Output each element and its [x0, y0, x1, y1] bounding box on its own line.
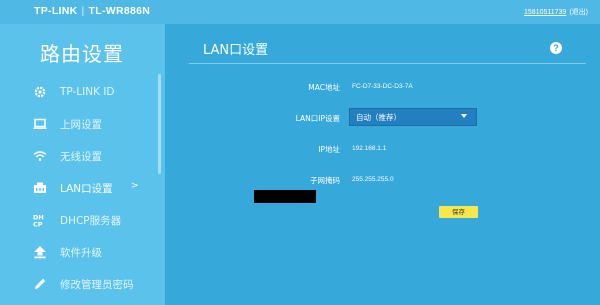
subnet-mask-label: 子网掩码: [310, 176, 340, 185]
sidebar-item-dhcp[interactable]: DH CP DHCP服务器: [0, 204, 165, 236]
lan-ip-mode-label: LAN口IP设置: [295, 114, 340, 123]
sidebar-item-label: 修改管理员密码: [60, 278, 134, 291]
logout-link[interactable]: (退出): [569, 9, 588, 16]
main-panel: LAN口设置 ? MAC地址 FC-D7-33-DC-D3-7A LAN口IP设…: [165, 24, 600, 305]
sidebar-item-label: 无线设置: [60, 150, 102, 163]
sidebar-menu: TP-LINK ID 上网设置 无线设置 LAN口设置 > DH CP DHCP…: [0, 76, 165, 300]
sidebar-item-label: LAN口设置: [60, 182, 113, 195]
page-title: LAN口设置: [203, 43, 269, 58]
save-button[interactable]: 保存: [439, 206, 478, 218]
lan-ip-mode-select[interactable]: 自动（推荐）: [349, 108, 477, 126]
svg-text:CP: CP: [33, 221, 43, 228]
account-area: 15810511739 (退出): [524, 7, 588, 17]
sidebar-title: 路由设置: [40, 42, 124, 66]
brand-logo: TP-LINK | TL-WR886N: [34, 5, 150, 17]
sidebar-item-lan[interactable]: LAN口设置 >: [0, 172, 165, 204]
router-model: TL-WR886N: [88, 5, 151, 17]
redaction-block: [254, 190, 316, 203]
lan-icon: [32, 181, 48, 195]
ip-label: IP地址: [318, 145, 340, 154]
top-bar: TP-LINK | TL-WR886N 15810511739 (退出): [0, 0, 600, 24]
lan-ip-mode-value: 自动（推荐）: [356, 113, 401, 122]
ip-value: 192.168.1.1: [352, 145, 387, 152]
sidebar: 路由设置 TP-LINK ID 上网设置 无线设置 LAN口设置 > DH CP…: [0, 24, 165, 305]
wifi-icon: [32, 149, 48, 163]
help-icon[interactable]: ?: [550, 42, 562, 54]
subnet-mask-value: 255.255.255.0: [352, 176, 394, 183]
pencil-icon: [32, 277, 48, 291]
sidebar-item-tplink-id[interactable]: TP-LINK ID: [0, 76, 165, 108]
sidebar-item-label: 上网设置: [60, 118, 102, 131]
title-divider: [189, 63, 586, 64]
brand-name: TP-LINK: [34, 5, 78, 17]
sidebar-item-internet[interactable]: 上网设置: [0, 108, 165, 140]
dhcp-icon: DH CP: [32, 213, 48, 228]
mac-value: FC-D7-33-DC-D3-7A: [352, 83, 413, 90]
upload-icon: [32, 245, 48, 259]
chevron-down-icon: [461, 114, 467, 118]
sidebar-item-wireless[interactable]: 无线设置: [0, 140, 165, 172]
sidebar-item-label: DHCP服务器: [60, 214, 122, 227]
sidebar-item-label: 软件升级: [60, 246, 102, 259]
mac-label: MAC地址: [308, 83, 340, 92]
sidebar-item-admin-password[interactable]: 修改管理员密码: [0, 268, 165, 300]
chevron-right-icon: >: [131, 181, 139, 191]
sidebar-item-upgrade[interactable]: 软件升级: [0, 236, 165, 268]
account-link[interactable]: 15810511739: [524, 9, 566, 16]
laptop-icon: [32, 117, 48, 131]
sidebar-item-label: TP-LINK ID: [60, 86, 115, 98]
brand-separator: |: [81, 5, 85, 17]
gear-icon: [32, 85, 48, 99]
sidebar-scrollbar[interactable]: [158, 74, 161, 174]
